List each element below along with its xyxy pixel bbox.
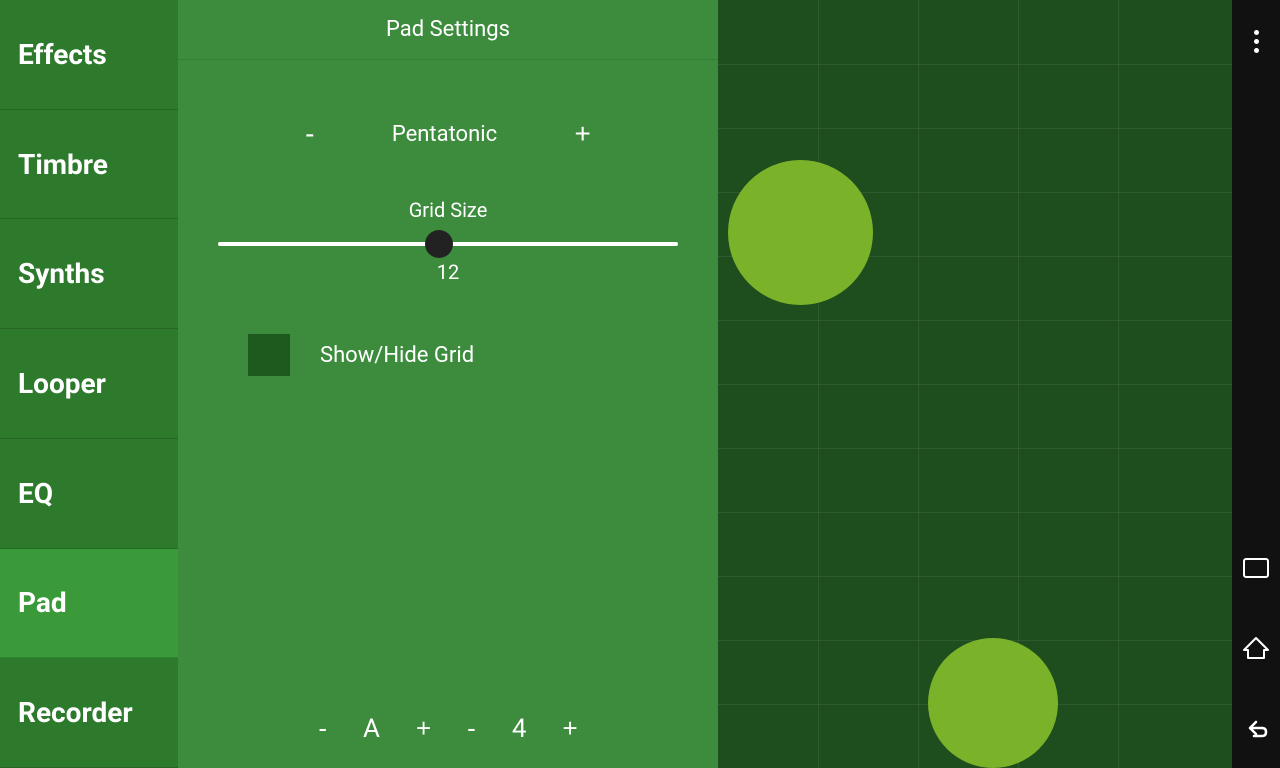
recent-apps-icon — [1243, 558, 1269, 578]
system-bar — [1232, 0, 1280, 768]
scale-increment-button[interactable]: + — [564, 110, 600, 158]
grid-size-label: Grid Size — [409, 198, 488, 222]
recent-apps-button[interactable] — [1236, 548, 1276, 588]
scale-decrement-button[interactable]: - — [295, 110, 324, 158]
sidebar: Effects Timbre Synths Looper EQ Pad Reco… — [0, 0, 178, 768]
panel-content: - Pentatonic + Grid Size 12 Show/Hide Gr… — [178, 60, 718, 689]
grid-toggle-label: Show/Hide Grid — [320, 343, 474, 368]
pad-area[interactable] — [718, 0, 1232, 768]
bottom-controls-row: - A + - 4 + — [178, 689, 718, 768]
h-line-5 — [718, 320, 1232, 321]
slider-track[interactable] — [218, 242, 678, 246]
grid-size-section: Grid Size 12 — [208, 198, 688, 284]
h-line-6 — [718, 384, 1232, 385]
sidebar-item-pad[interactable]: Pad — [0, 549, 178, 659]
v-line-2 — [918, 0, 919, 768]
v-line-4 — [1118, 0, 1119, 768]
touch-circle-1[interactable] — [728, 160, 873, 305]
sidebar-item-timbre[interactable]: Timbre — [0, 110, 178, 220]
home-icon — [1242, 636, 1270, 660]
octave-decrement-button[interactable]: - — [449, 705, 494, 752]
slider-value-display: 12 — [437, 260, 459, 284]
h-line-1 — [718, 64, 1232, 65]
note-increment-button[interactable]: + — [398, 705, 449, 752]
h-line-2 — [718, 128, 1232, 129]
scale-selector-row: - Pentatonic + — [208, 110, 688, 158]
note-value-display: A — [345, 706, 398, 752]
h-line-8 — [718, 512, 1232, 513]
panel-title: Pad Settings — [386, 17, 510, 42]
touch-circle-2[interactable] — [928, 638, 1058, 768]
sidebar-item-looper[interactable]: Looper — [0, 329, 178, 439]
sidebar-item-eq[interactable]: EQ — [0, 439, 178, 549]
grid-toggle-checkbox[interactable] — [248, 334, 290, 376]
main-panel: Pad Settings - Pentatonic + Grid Size 12… — [178, 0, 718, 768]
octave-value-display: 4 — [494, 706, 545, 752]
grid-toggle-row: Show/Hide Grid — [208, 334, 688, 376]
back-button[interactable] — [1236, 708, 1276, 748]
nav-icons-group — [1236, 548, 1276, 748]
h-line-7 — [718, 448, 1232, 449]
panel-header: Pad Settings — [178, 0, 718, 60]
overflow-menu-button[interactable] — [1244, 20, 1269, 63]
sidebar-item-synths[interactable]: Synths — [0, 219, 178, 329]
grid-size-slider-container — [218, 242, 678, 246]
h-line-9 — [718, 576, 1232, 577]
back-icon — [1242, 718, 1270, 738]
slider-thumb[interactable] — [425, 230, 453, 258]
octave-increment-button[interactable]: + — [544, 705, 595, 752]
v-line-1 — [818, 0, 819, 768]
sidebar-item-effects[interactable]: Effects — [0, 0, 178, 110]
note-decrement-button[interactable]: - — [300, 705, 345, 752]
home-button[interactable] — [1236, 628, 1276, 668]
sidebar-item-recorder[interactable]: Recorder — [0, 658, 178, 768]
scale-name-display: Pentatonic — [364, 122, 524, 147]
